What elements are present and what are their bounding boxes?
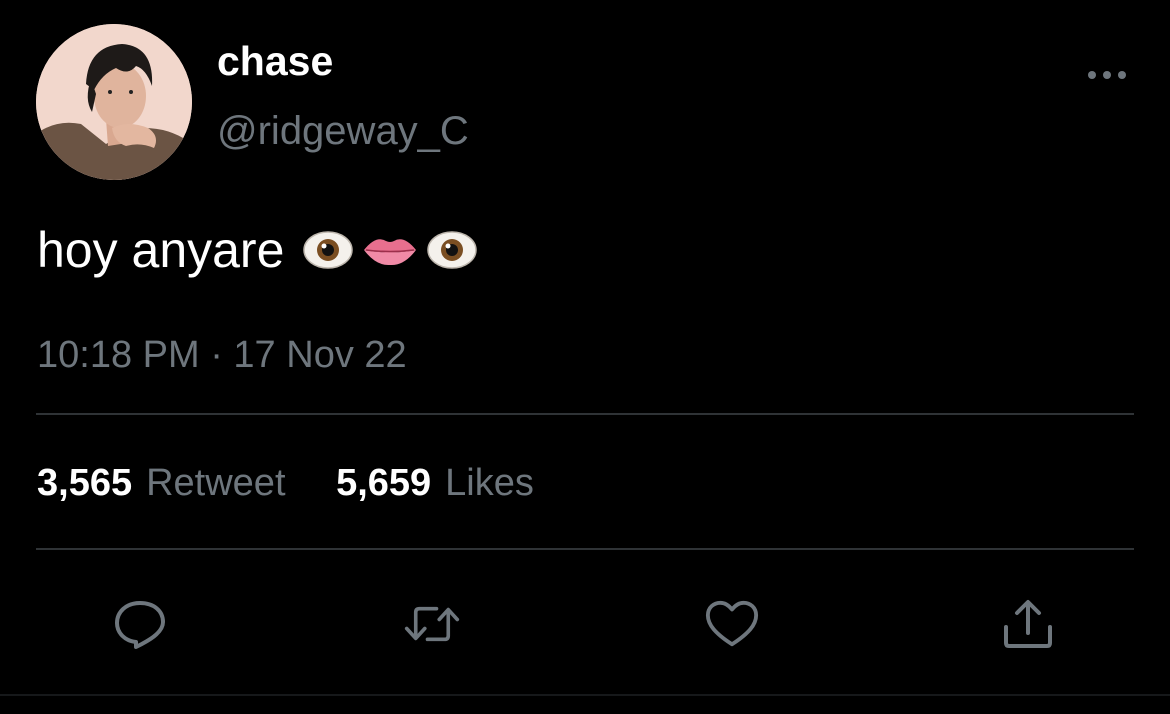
tweet-text: hoy anyare — [37, 220, 478, 280]
reply-button[interactable] — [112, 596, 168, 652]
divider — [36, 548, 1134, 550]
tweet-text-content: hoy anyare — [37, 222, 285, 278]
eye-emoji-icon — [303, 231, 354, 269]
user-handle[interactable]: @ridgeway_C — [217, 108, 469, 154]
display-name[interactable]: chase — [217, 38, 333, 84]
share-button[interactable] — [1000, 596, 1056, 652]
more-icon — [1088, 71, 1126, 79]
retweets-count: 3,565 — [37, 462, 133, 504]
share-icon — [1004, 600, 1052, 648]
engagement-stats: 3,565 Retweet 5,659 Likes — [37, 460, 534, 506]
likes-count: 5,659 — [336, 462, 432, 504]
emoji-row — [302, 229, 478, 271]
bottom-divider — [0, 694, 1170, 696]
heart-icon — [705, 600, 759, 647]
retweet-button[interactable] — [404, 596, 460, 652]
retweets-label: Retweet — [146, 462, 286, 504]
likes-label: Likes — [445, 462, 534, 504]
divider — [36, 413, 1134, 415]
tweet-detail: chase @ridgeway_C hoy anyare 10:18 PM · … — [0, 0, 1170, 714]
eye-emoji-icon — [427, 231, 478, 269]
avatar[interactable] — [36, 24, 192, 180]
tweet-timestamp[interactable]: 10:18 PM · 17 Nov 22 — [37, 333, 407, 377]
retweets-stat[interactable]: 3,565 Retweet — [37, 460, 286, 506]
reply-icon — [115, 601, 165, 649]
more-options-button[interactable] — [1084, 60, 1130, 90]
profile-photo-icon — [36, 24, 192, 180]
like-button[interactable] — [704, 596, 760, 652]
lips-emoji-icon — [364, 239, 417, 266]
likes-stat[interactable]: 5,659 Likes — [336, 460, 534, 506]
retweet-icon — [404, 606, 460, 642]
